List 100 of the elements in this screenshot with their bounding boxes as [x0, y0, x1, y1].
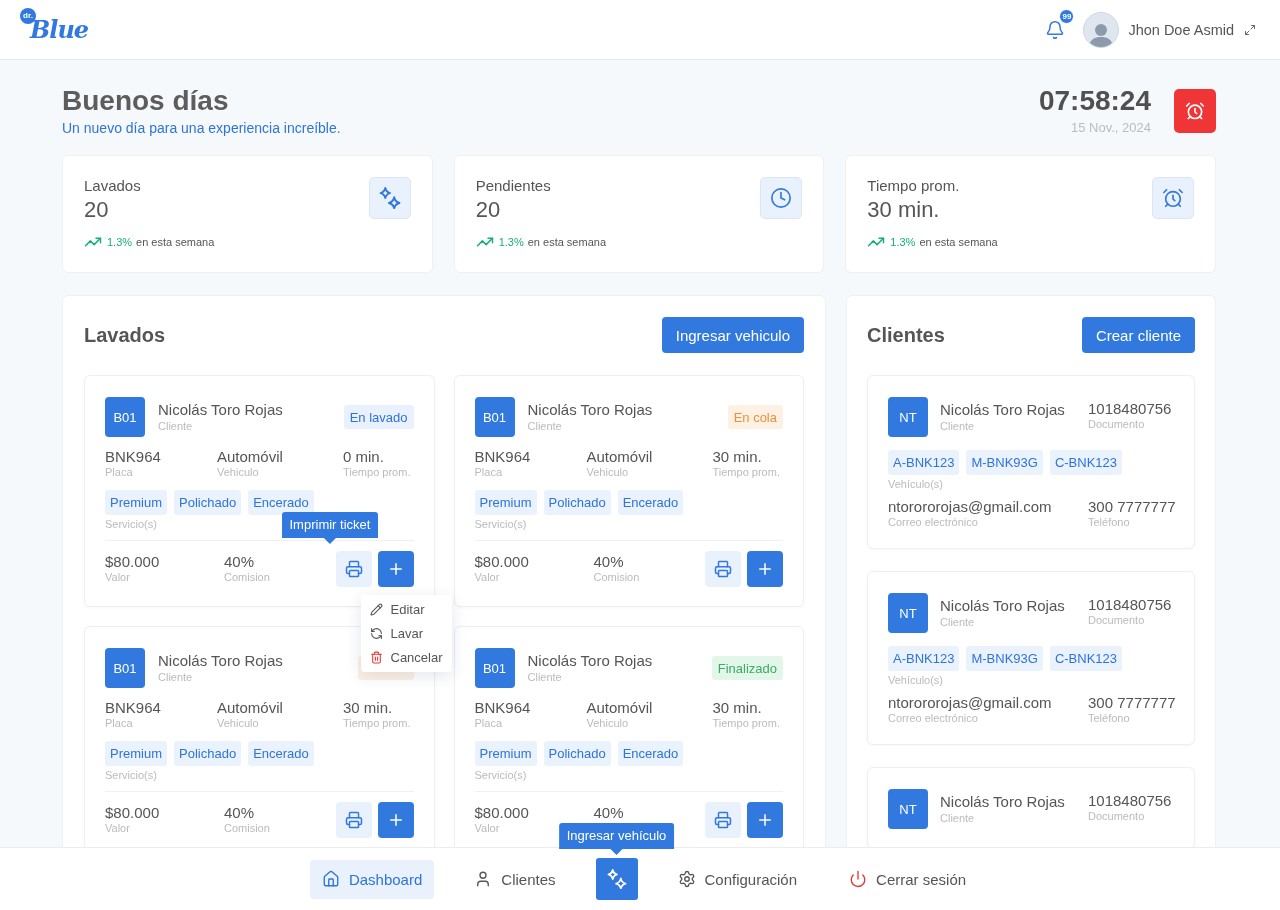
trend-caption: en esta semana — [527, 236, 606, 248]
plate-label: Placa — [474, 716, 503, 730]
clock-date: 15 Nov., 2024 — [1071, 119, 1151, 137]
client-label: Cliente — [158, 419, 193, 433]
tooltip: Ingresar vehículo — [558, 823, 675, 855]
print-button[interactable] — [335, 551, 372, 587]
services-label: Servicio(s) — [105, 768, 157, 782]
clock-icon — [760, 177, 803, 219]
nav-item[interactable]: Dashboard — [309, 859, 435, 899]
client-name: Nicolás Toro Rojas — [158, 652, 283, 670]
code-badge: B01 — [105, 397, 145, 437]
add-button[interactable] — [377, 802, 414, 838]
trend-value: 1.3% — [107, 236, 133, 248]
phone-value: 300 7777777 — [1088, 499, 1176, 515]
trend-value: 1.3% — [890, 236, 916, 248]
stat-value: 30 min. — [867, 196, 940, 224]
greeting-subtitle: Un nuevo día para una experiencia increíble. — [62, 119, 341, 137]
trend-up-icon — [475, 236, 494, 248]
expand-button[interactable] — [1244, 23, 1256, 36]
service-tag: Encerado — [617, 490, 684, 515]
print-button[interactable] — [335, 802, 372, 838]
commission-value: 40% — [593, 805, 624, 821]
price-value: $80.000 — [474, 554, 529, 570]
vehicle-label: Vehiculo — [217, 465, 259, 479]
email-value: ntorororojas@gmail.com — [888, 695, 1052, 711]
services-label: Servicio(s) — [474, 517, 527, 531]
add-button[interactable] — [747, 551, 783, 587]
plate-label: Placa — [105, 716, 133, 730]
price-value: $80.000 — [474, 805, 529, 821]
phone-label: Teléfono — [1088, 711, 1130, 725]
services-label: Servicio(s) — [474, 768, 527, 782]
add-vehicle-nav-button[interactable] — [595, 858, 638, 900]
plate-value: BNK964 — [474, 700, 531, 716]
price-label: Valor — [105, 821, 130, 835]
price-value: $80.000 — [105, 805, 160, 821]
tooltip: Imprimir ticket — [281, 512, 379, 544]
printer-icon — [714, 560, 732, 578]
time-label: Tiempo prom. — [343, 465, 411, 479]
service-tag: Polichado — [543, 490, 611, 515]
client-name: Nicolás Toro Rojas — [940, 793, 1065, 811]
plus-icon — [756, 560, 774, 578]
trend-value: 1.3% — [498, 236, 524, 248]
stat-value: 20 — [475, 196, 501, 224]
client-label: Cliente — [527, 419, 562, 433]
time-label: Tiempo prom. — [712, 465, 780, 479]
time-value: 30 min. — [712, 700, 762, 716]
stat-label: Pendientes — [475, 176, 551, 196]
plate-label: Placa — [105, 465, 133, 479]
client-label: Cliente — [940, 811, 975, 825]
vehicle-tag: A-BNK123 — [888, 450, 960, 475]
client-name: Nicolás Toro Rojas — [940, 597, 1065, 615]
service-tag: Polichado — [543, 741, 611, 766]
client-label: Cliente — [527, 670, 562, 684]
add-button[interactable] — [747, 802, 783, 838]
sparkles-icon — [368, 177, 411, 219]
print-button[interactable] — [705, 802, 741, 838]
commission-value: 40% — [593, 554, 624, 570]
vehicle-tag: C-BNK123 — [1049, 450, 1123, 475]
code-badge: B01 — [474, 397, 515, 437]
status-badge: En lavado — [343, 405, 414, 429]
menu-item[interactable]: Editar — [360, 597, 452, 621]
add-button[interactable] — [377, 551, 414, 587]
status-badge: En cola — [727, 405, 783, 429]
nav-item[interactable]: Cerrar sesión — [837, 859, 979, 899]
vehicles-label: Vehículo(s) — [888, 673, 944, 687]
initials-avatar: NT — [888, 789, 928, 829]
add-vehicle-button[interactable]: Ingresar vehiculo — [661, 317, 804, 353]
service-tag: Encerado — [248, 490, 314, 515]
email-value: ntorororojas@gmail.com — [888, 499, 1052, 515]
print-button[interactable] — [705, 551, 741, 587]
create-client-button[interactable]: Crear cliente — [1081, 317, 1195, 353]
commission-value: 40% — [224, 805, 255, 821]
nav-item[interactable]: Clientes — [462, 859, 568, 899]
service-tag: Premium — [474, 741, 537, 766]
vehicle-value: Automóvil — [586, 449, 653, 465]
vehicles-label: Vehículo(s) — [888, 477, 944, 491]
home-icon — [321, 870, 340, 888]
client-label: Cliente — [940, 419, 975, 433]
time-value: 0 min. — [343, 449, 384, 465]
document-label: Documento — [1088, 417, 1145, 431]
trash-icon — [369, 650, 383, 664]
document-value: 1018480756 — [1088, 793, 1172, 809]
menu-item[interactable]: Cancelar — [360, 645, 452, 669]
panel-title: Lavados — [84, 323, 166, 347]
alarm-clock-icon — [1185, 100, 1205, 121]
client-name: Nicolás Toro Rojas — [527, 652, 653, 670]
document-value: 1018480756 — [1088, 401, 1172, 417]
avatar-icon — [1083, 11, 1120, 48]
nav-item[interactable]: Configuración — [665, 859, 810, 899]
price-label: Valor — [474, 570, 500, 584]
printer-icon — [344, 560, 363, 578]
price-label: Valor — [474, 821, 500, 835]
vehicle-tag: A-BNK123 — [888, 646, 960, 671]
alarm-button[interactable] — [1174, 88, 1216, 133]
notification-count: 99 — [1059, 8, 1075, 24]
printer-icon — [714, 811, 732, 829]
menu-item[interactable]: Lavar — [360, 621, 452, 645]
client-label: Cliente — [158, 670, 193, 684]
vehicle-tag: M-BNK93G — [966, 646, 1043, 671]
plate-value: BNK964 — [474, 449, 531, 465]
